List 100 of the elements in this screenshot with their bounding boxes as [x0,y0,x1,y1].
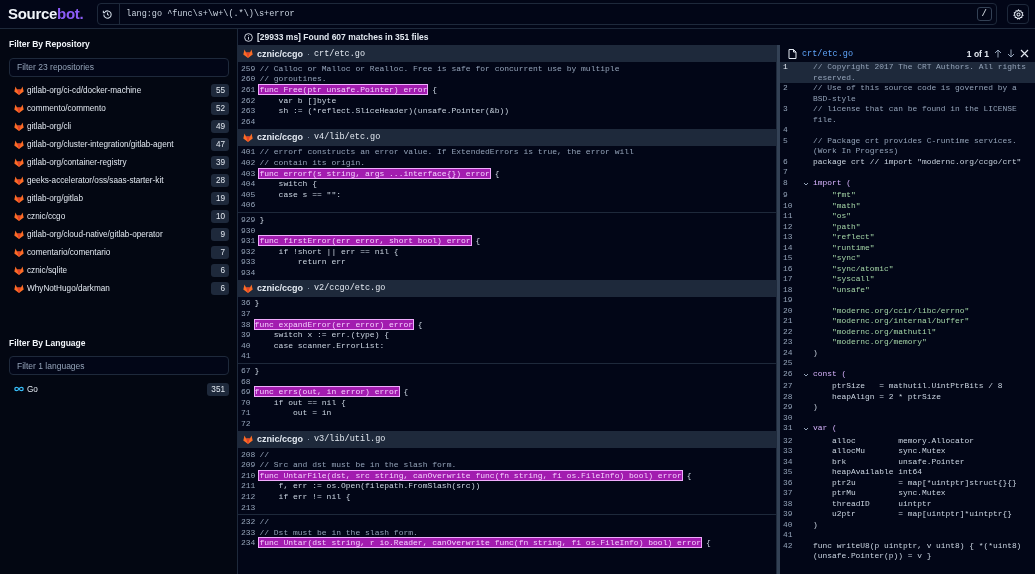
history-icon[interactable] [102,8,114,20]
file-icon [788,48,797,59]
section-title: Filter By Language [9,337,87,348]
file-header[interactable]: cznic/ccgo · crt/etc.go [238,45,776,62]
line-number: 209 [240,460,257,470]
line-number: 67 [240,366,252,376]
search-field[interactable]: lang:go ^func\s+\w+\(.*\)\s+error / [97,3,997,25]
language-item[interactable]: Go 351 [9,380,229,398]
line-number: 934 [240,267,257,277]
repository-filter-field[interactable]: Filter 23 repositories [9,57,229,77]
code-text: // Dst must be in the slash form. [259,527,418,537]
previous-match-button[interactable] [994,49,1002,58]
code-text: func firstError(err error, short bool) error { [259,236,481,246]
line-number: 404 [240,179,257,189]
settings-button[interactable] [1007,4,1029,24]
section-title: Filter By Repository [9,39,91,49]
repository-item[interactable]: commento/commento 52 [9,99,229,118]
count-badge: 39 [211,156,229,169]
line-number: 929 [240,214,257,224]
line-number: 233 [240,527,257,537]
chevron-icon[interactable] [803,426,809,432]
logo[interactable]: Sourcebot. [8,5,84,23]
code-text: } [259,214,265,224]
repository-item[interactable]: cznic/sqlite 6 [9,261,229,280]
count-badge: 9 [211,228,229,241]
file-path[interactable]: v2/ccgo/etc.go [314,283,386,294]
fox-icon [14,230,24,239]
repository-item[interactable]: gitlab-org/cluster-integration/gitlab-agent 47 [9,135,229,154]
code-text: case scanner.ErrorList: [272,340,385,350]
code-text: // contain its origin. [259,157,366,167]
line-number: 234 [240,538,257,548]
close-icon [1020,49,1029,58]
line-number: 232 [240,517,257,527]
line-number: 401 [240,147,257,157]
chevron-icon[interactable] [803,180,809,187]
line-number: 262 [240,95,257,105]
fox-icon [243,283,253,293]
code-text: // errorf constructs an error value. If ExtendedErrors is true, the error will [259,147,634,157]
count-badge: 10 [211,210,229,223]
file-path[interactable]: v4/lib/etc.go [314,132,381,143]
line-number: 72 [240,419,252,428]
close-button[interactable] [1020,49,1029,58]
code-text: sh := (*reflect.SliceHeader)(unsafe.Pointer(&b)) [277,106,510,116]
separator-dot: · [307,283,310,294]
line-number: 933 [240,257,257,267]
line-number: 406 [240,200,257,210]
settings-icon [1012,8,1024,20]
count-badge: 6 [211,282,229,295]
code-text: case s == "": [277,189,342,199]
code-text: func errs(out, in error) error { [254,387,409,397]
count-badge: 55 [211,84,229,97]
line-number: 264 [240,116,257,126]
file-path[interactable]: crt/etc.go [314,48,366,59]
repository-item[interactable]: gitlab-org/ci-cd/docker-machine 55 [9,81,229,100]
line-number: 402 [240,157,257,167]
code-text: return err [296,257,346,267]
repository-item[interactable]: gitlab-org/container-registry 39 [9,153,229,172]
repository-item[interactable]: geeks-accelerator/oss/saas-starter-kit 28 [9,171,229,190]
count-badge: 52 [211,102,229,115]
fox-icon [243,132,253,142]
file-name: crt/etc.go [802,48,854,59]
repository-name: cznic/ccgo [257,48,303,59]
line-number: 210 [240,470,257,480]
file-path[interactable]: v3/lib/util.go [314,434,386,445]
line-number: 37 [240,309,252,319]
query-text: lang:go ^func\s+\w+\(.*\)\s+error [126,9,296,19]
next-match-button[interactable] [1007,49,1015,58]
repository-item[interactable]: gitlab-org/gitlab 19 [9,189,229,208]
file-header[interactable]: cznic/ccgo · v4/lib/etc.go [238,128,776,146]
repository-item[interactable]: cznic/ccgo 10 [9,207,229,226]
code-text: func expandError(err error) error { [254,319,423,329]
match-position: 1 of 1 [966,48,989,59]
repository-name: cznic/ccgo [257,434,303,445]
repository-name: cznic/ccgo [257,283,303,294]
repository-item[interactable]: gitlab-org/cloud-native/gitlab-operator 9 [9,225,229,244]
info-icon [244,32,253,42]
chevron-icon[interactable] [803,371,809,378]
line-number: 68 [240,376,252,386]
language-filter-field[interactable]: Filter 1 languages [9,356,229,375]
line-number: 211 [240,481,257,491]
repository-item[interactable]: comentario/comentario 7 [9,243,229,262]
line-number: 40 [240,340,252,350]
code-text: func errorf(s string, args ...interface{}) error { [259,168,500,178]
fox-icon [14,194,24,203]
count-badge: 49 [211,120,229,133]
count-badge: 47 [211,138,229,151]
code-text: func UntarFile(dst, src string, canOverwrite func(fn string, fi os.FileInfo) bool) error { [259,470,692,480]
code-text: } [254,298,260,308]
fox-icon [14,86,24,95]
arrow-up-icon [994,49,1002,58]
infinity-icon [14,386,24,392]
line-number: 260 [240,74,257,84]
file-header[interactable]: cznic/ccgo · v2/ccgo/etc.go [238,279,776,297]
repository-item[interactable]: WhyNotHugo/darkman 6 [9,279,229,298]
line-number: 208 [240,449,257,459]
fox-icon [14,284,24,293]
fox-icon [14,266,24,275]
repository-item[interactable]: gitlab-org/cli 49 [9,117,229,136]
code-text: f, err := os.Open(filepath.FromSlash(src)) [277,481,481,491]
file-header[interactable]: cznic/ccgo · v3/lib/util.go [238,430,776,448]
